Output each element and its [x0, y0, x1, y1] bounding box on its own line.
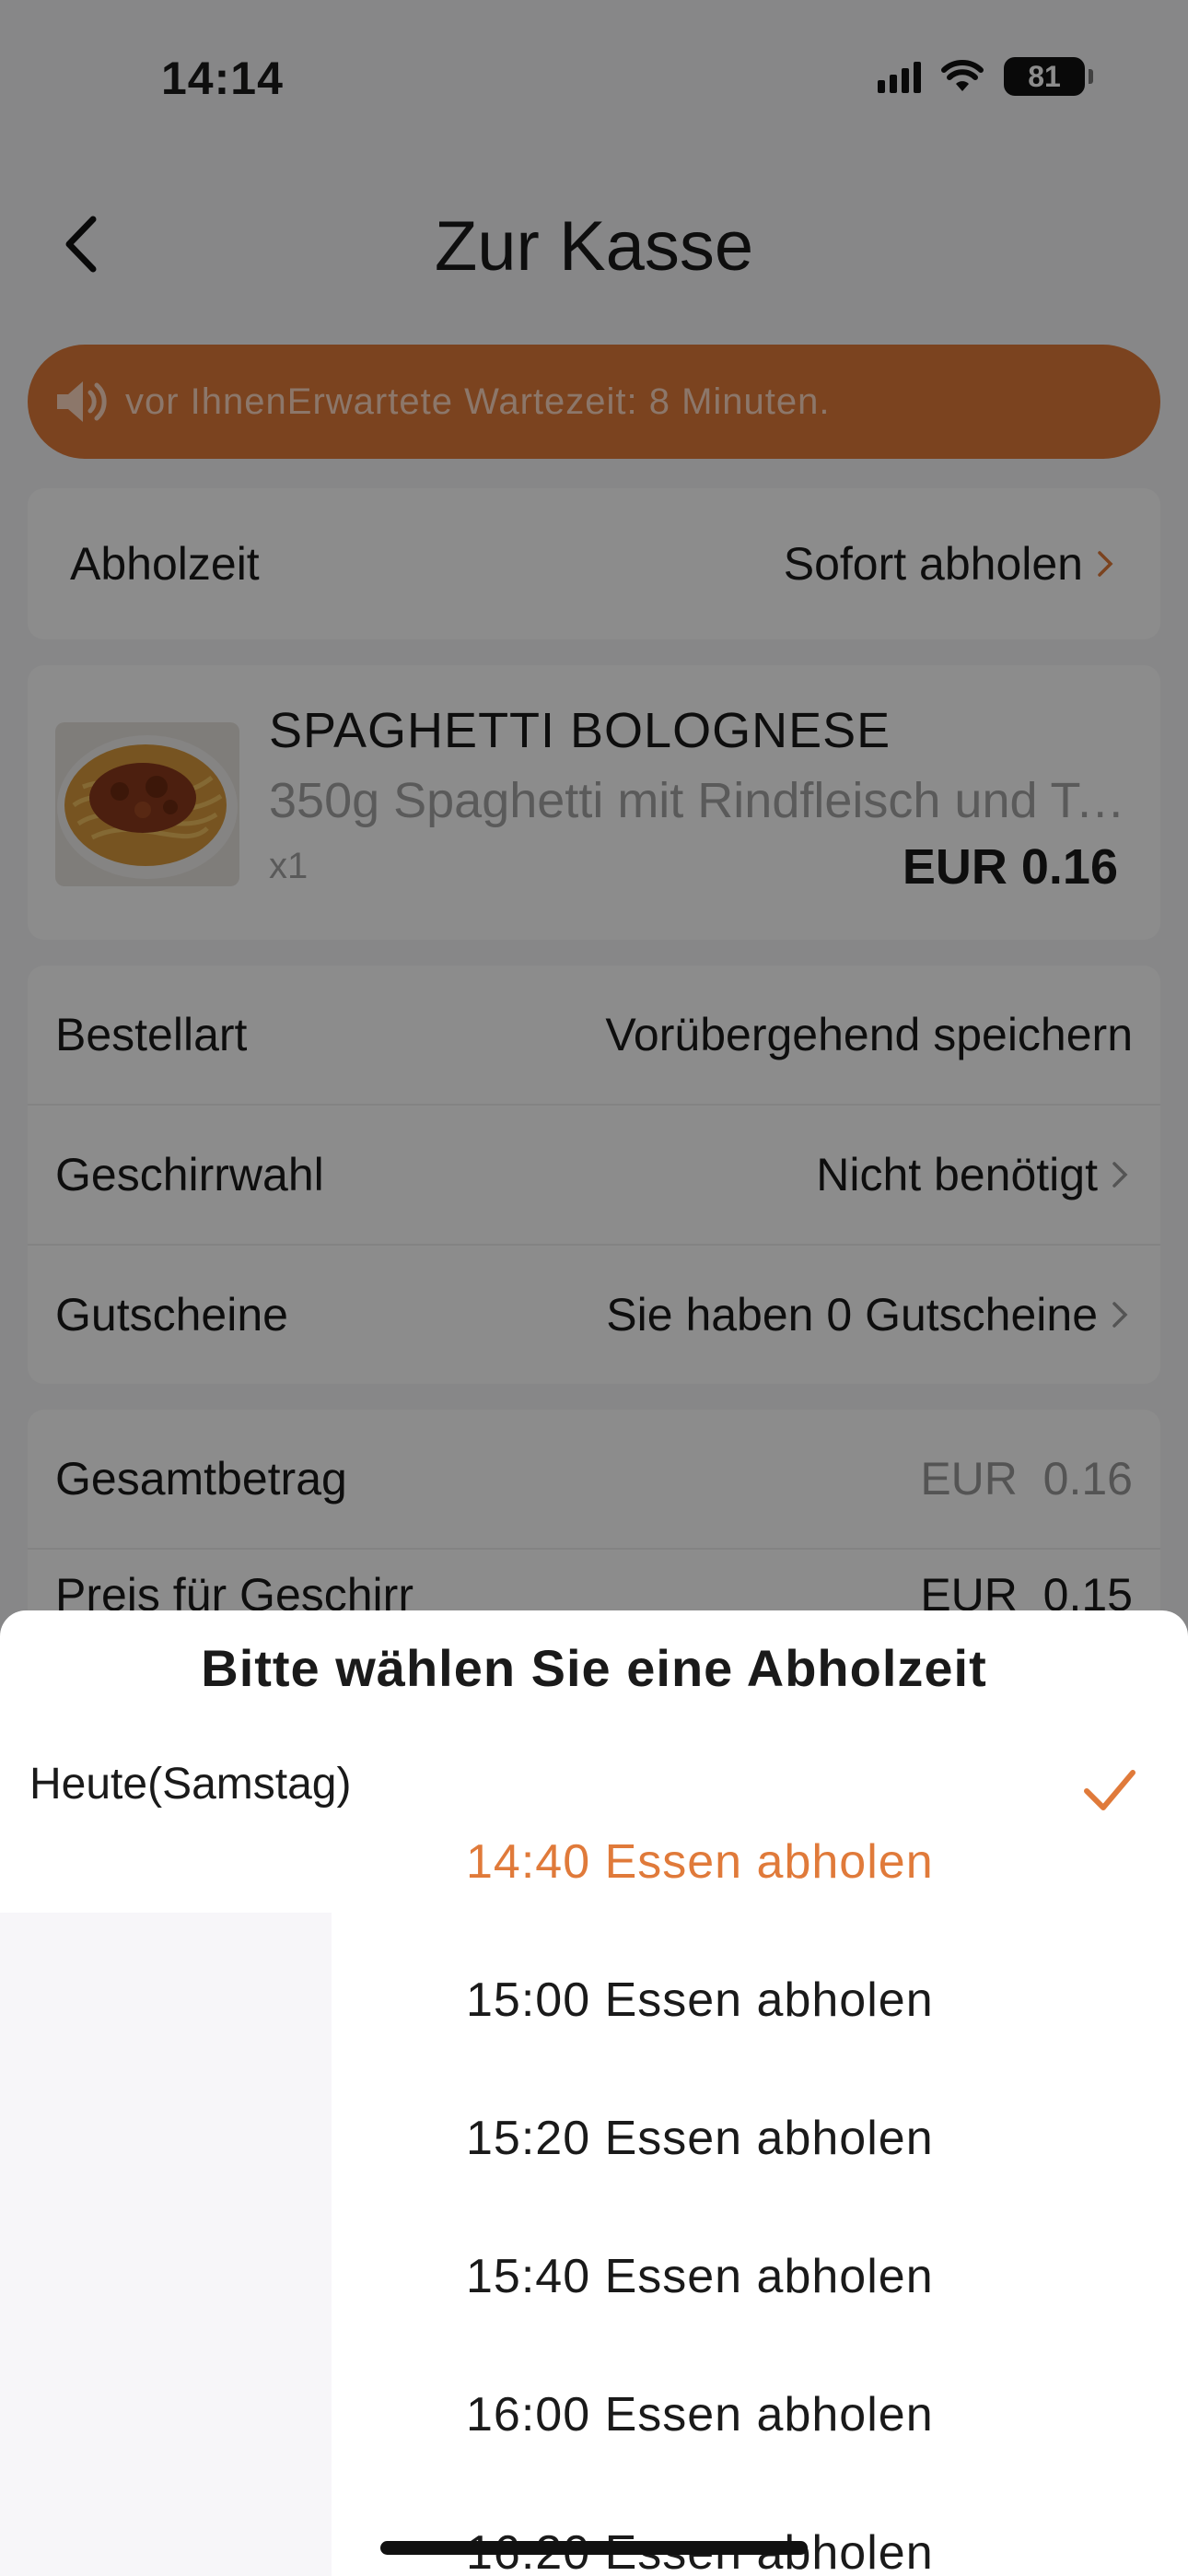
time-slot[interactable]: 15:00 Essen abholen [466, 1931, 1129, 2069]
time-slot[interactable]: 16:20 Essen abholen [466, 2484, 1129, 2576]
time-slot[interactable]: 16:00 Essen abholen [466, 2346, 1129, 2484]
day-item-today[interactable]: Heute(Samstag) [29, 1751, 351, 1819]
time-slot[interactable]: 14:40 Essen abholen [466, 1793, 1129, 1931]
home-indicator[interactable] [380, 2541, 808, 2555]
pickup-time-sheet: Bitte wählen Sie eine Abholzeit Heute(Sa… [0, 1610, 1188, 2576]
sheet-title: Bitte wählen Sie eine Abholzeit [201, 1639, 987, 1697]
time-slot[interactable]: 15:40 Essen abholen [466, 2207, 1129, 2346]
time-slot[interactable]: 15:20 Essen abholen [466, 2069, 1129, 2207]
day-column [0, 1913, 332, 2576]
check-icon [1084, 1770, 1136, 1810]
